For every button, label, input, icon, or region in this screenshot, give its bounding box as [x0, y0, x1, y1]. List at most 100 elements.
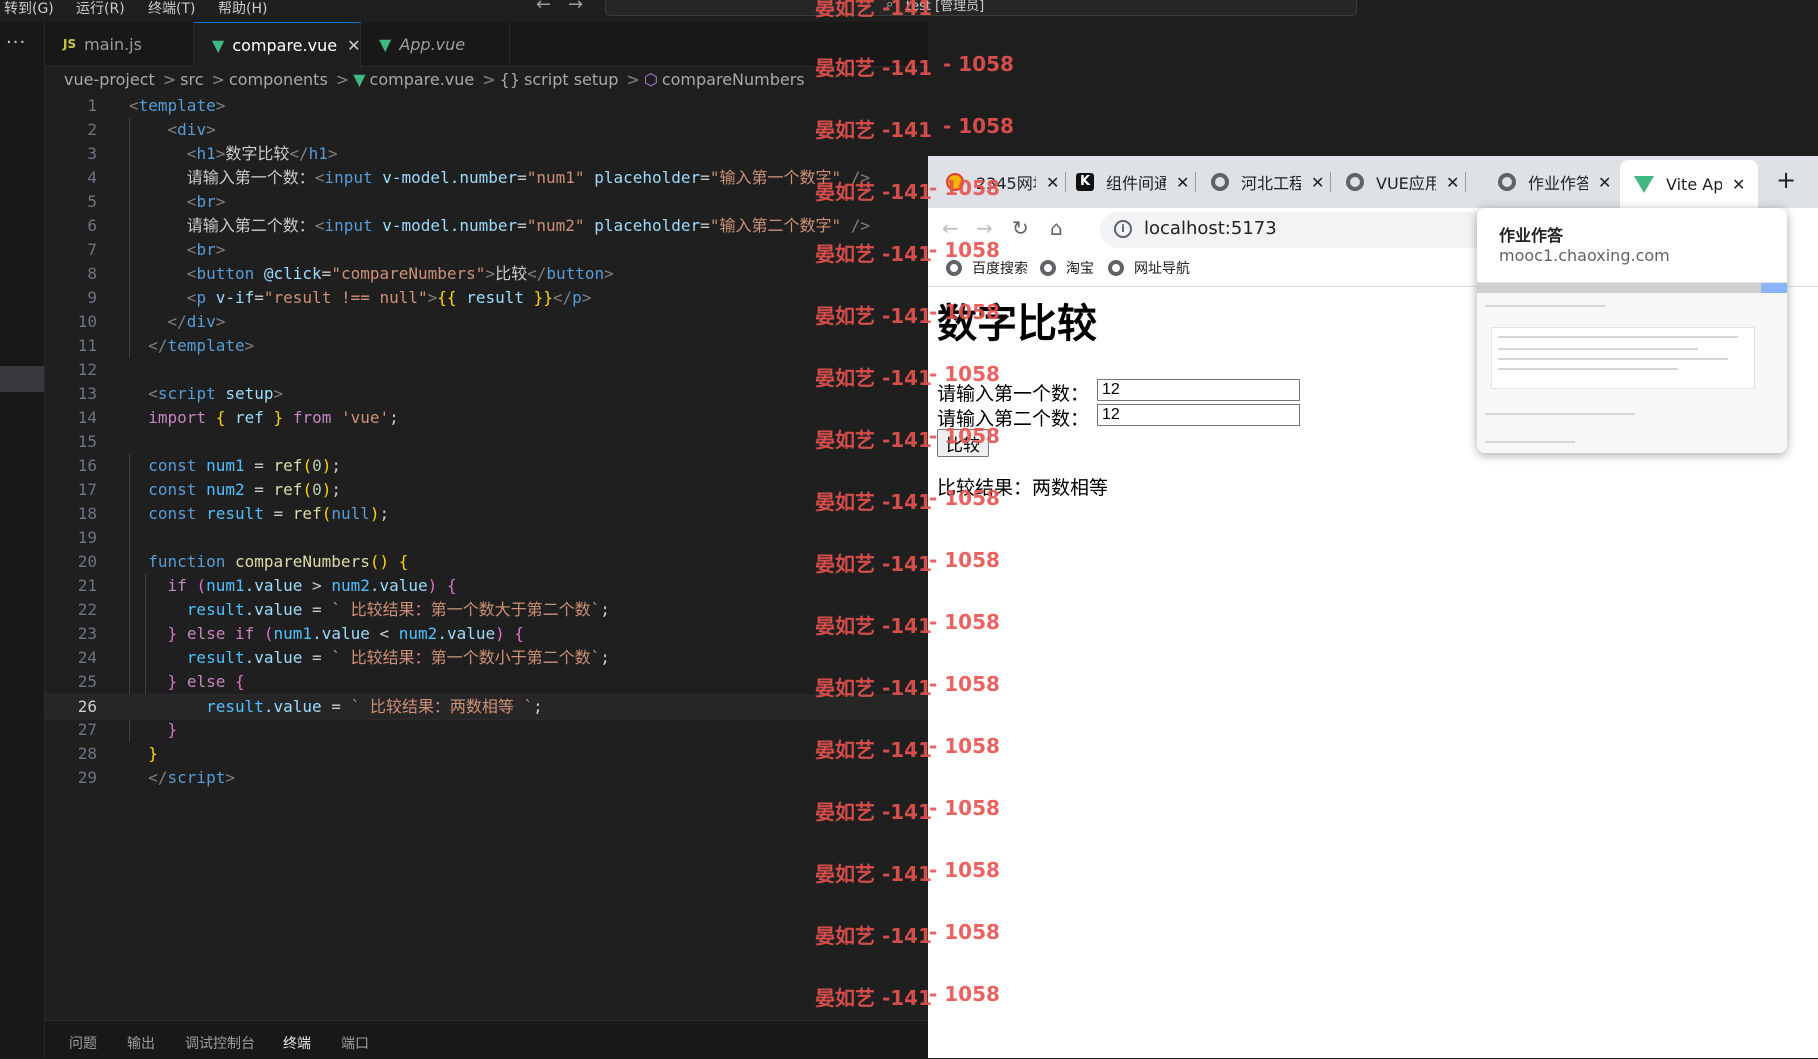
code-line: 4 请输入第一个数：<input v-model.number="num1" p… — [45, 166, 928, 190]
site-info-icon[interactable]: i — [1114, 220, 1132, 238]
bookmark-nav[interactable]: 网址导航 — [1108, 258, 1190, 278]
breadcrumb-item[interactable]: script setup — [524, 70, 618, 89]
code-text: <template> — [129, 96, 226, 115]
breadcrumb-item[interactable]: compareNumbers — [662, 70, 805, 89]
code-line-current: 26 result.value = ` 比较结果：两数相等 `; — [45, 694, 928, 720]
tab-problems[interactable]: 问题 — [69, 1033, 97, 1053]
watermark: 晏如艺 -141 — [815, 924, 933, 948]
code-text: <p v-if="result !== null">{{ result }}</… — [186, 288, 592, 307]
watermark: 晏如艺 -141 — [815, 118, 933, 142]
line-number: 28 — [77, 744, 97, 763]
line-number: 21 — [77, 576, 97, 595]
close-icon[interactable]: ✕ — [1732, 175, 1745, 194]
tab-compare-vue[interactable]: ▼ compare.vue ✕ — [194, 22, 361, 67]
menu-terminal[interactable]: 终端(T) — [148, 0, 195, 18]
watermark: - 1058 — [929, 610, 1000, 634]
number-input-1[interactable] — [1097, 379, 1300, 401]
globe-icon — [1346, 173, 1364, 191]
watermark: 晏如艺 -141 — [815, 0, 933, 20]
number-input-2[interactable] — [1097, 404, 1300, 426]
reload-icon[interactable]: ↻ — [1012, 216, 1029, 240]
code-text: const num1 = ref(0); — [148, 456, 341, 475]
tab-label: main.js — [84, 34, 142, 54]
line-number: 24 — [77, 648, 97, 667]
close-icon[interactable]: ✕ — [1176, 173, 1189, 192]
bookmark-label: 淘宝 — [1066, 261, 1094, 277]
code-text: } else if (num1.value < num2.value) { — [167, 624, 525, 643]
home-icon[interactable]: ⌂ — [1050, 216, 1063, 240]
menu-run[interactable]: 运行(R) — [76, 0, 125, 18]
watermark: 晏如艺 -141 — [815, 800, 933, 824]
line-number: 18 — [77, 504, 97, 523]
breadcrumb-item[interactable]: components — [229, 70, 328, 89]
breadcrumb-item[interactable]: vue-project — [64, 70, 155, 89]
code-text: result.value = ` 比较结果：第一个数大于第二个数`; — [186, 600, 610, 619]
browser-tab-hebei[interactable]: 河北工程 ✕ — [1211, 162, 1331, 202]
browser-window: 2345网址 ✕ K 组件间通 ✕ 河北工程 ✕ VUE应用 ✕ 作业作答 ✕ — [928, 156, 1818, 1058]
browser-tab-homework[interactable]: 作业作答 ✕ — [1498, 162, 1616, 202]
more-icon[interactable]: ··· — [6, 32, 26, 53]
globe-icon — [1211, 173, 1229, 191]
thumbnail-line — [1498, 358, 1728, 360]
browser-tab-vite-app[interactable]: Vite App ✕ — [1620, 160, 1758, 208]
line-number: 8 — [87, 264, 97, 283]
thumbnail-line — [1485, 305, 1605, 307]
line-number: 19 — [77, 528, 97, 547]
line-number: 17 — [77, 480, 97, 499]
watermark: - 1058 — [929, 362, 1000, 386]
watermark: - 1058 — [929, 672, 1000, 696]
back-arrow-icon[interactable]: ← — [536, 0, 551, 15]
line-number: 23 — [77, 624, 97, 643]
bookmark-taobao[interactable]: 淘宝 — [1040, 258, 1094, 278]
close-icon[interactable]: ✕ — [347, 36, 360, 55]
code-line: 25 } else { — [45, 670, 928, 694]
close-icon[interactable]: ✕ — [1446, 173, 1459, 192]
browser-tab-vue-app[interactable]: VUE应用 ✕ — [1346, 162, 1466, 202]
close-icon[interactable]: ✕ — [1046, 173, 1059, 192]
new-tab-button[interactable]: + — [1776, 166, 1796, 194]
close-icon[interactable]: ✕ — [1311, 173, 1324, 192]
thumbnail-line — [1485, 441, 1575, 443]
code-text: if (num1.value > num2.value) { — [167, 576, 457, 595]
tab-app-vue[interactable]: ▼ App.vue — [361, 22, 510, 66]
thumbnail-button — [1761, 283, 1787, 293]
watermark: - 1058 — [943, 114, 1014, 138]
activity-selection — [0, 366, 44, 392]
vue-favicon-icon — [1634, 175, 1654, 193]
breadcrumb-item[interactable]: src — [180, 70, 203, 89]
tab-terminal[interactable]: 终端 — [283, 1033, 311, 1053]
thumbnail-editor-box — [1491, 327, 1755, 389]
tab-output[interactable]: 输出 — [127, 1033, 155, 1053]
breadcrumb-item[interactable]: compare.vue — [370, 70, 475, 89]
menu-goto[interactable]: 转到(G) — [4, 0, 54, 18]
code-line: 27 } — [45, 718, 928, 742]
code-line: 18 const result = ref(null); — [45, 502, 928, 526]
forward-arrow-icon[interactable]: → — [568, 0, 583, 15]
thumbnail-line — [1485, 413, 1635, 415]
globe-icon — [1108, 260, 1124, 276]
line-number: 29 — [77, 768, 97, 787]
watermark: 晏如艺 -141 — [815, 986, 933, 1010]
vue-file-icon: ▼ — [212, 35, 225, 55]
code-text: </div> — [167, 312, 226, 331]
code-line: 19 — [45, 526, 928, 550]
line-number: 6 — [87, 216, 97, 235]
back-icon[interactable]: ← — [942, 216, 959, 240]
code-line: 17 const num2 = ref(0); — [45, 478, 928, 502]
chevron-right-icon: > — [211, 70, 225, 89]
close-icon[interactable]: ✕ — [1598, 173, 1611, 192]
browser-tab-components[interactable]: K 组件间通 ✕ — [1076, 162, 1196, 202]
code-editor[interactable]: 1 <template> 2 <div> 3 <h1>数字比较</h1> 4 请输… — [45, 94, 928, 1024]
watermark: 晏如艺 -141 — [815, 56, 933, 80]
code-line: 9 <p v-if="result !== null">{{ result }}… — [45, 286, 928, 310]
command-center[interactable]: ⌕ test [管理员] — [605, 0, 1357, 16]
hover-card-title: 作业作答 — [1499, 226, 1564, 245]
watermark: - 1058 — [929, 424, 1000, 448]
menu-help[interactable]: 帮助(H) — [218, 0, 267, 18]
tab-debug-console[interactable]: 调试控制台 — [185, 1033, 255, 1053]
tab-main-js[interactable]: JS main.js — [45, 22, 194, 66]
tab-ports[interactable]: 端口 — [341, 1033, 369, 1053]
watermark: - 1058 — [929, 796, 1000, 820]
tab-label: App.vue — [399, 34, 466, 54]
forward-icon[interactable]: → — [976, 216, 993, 240]
